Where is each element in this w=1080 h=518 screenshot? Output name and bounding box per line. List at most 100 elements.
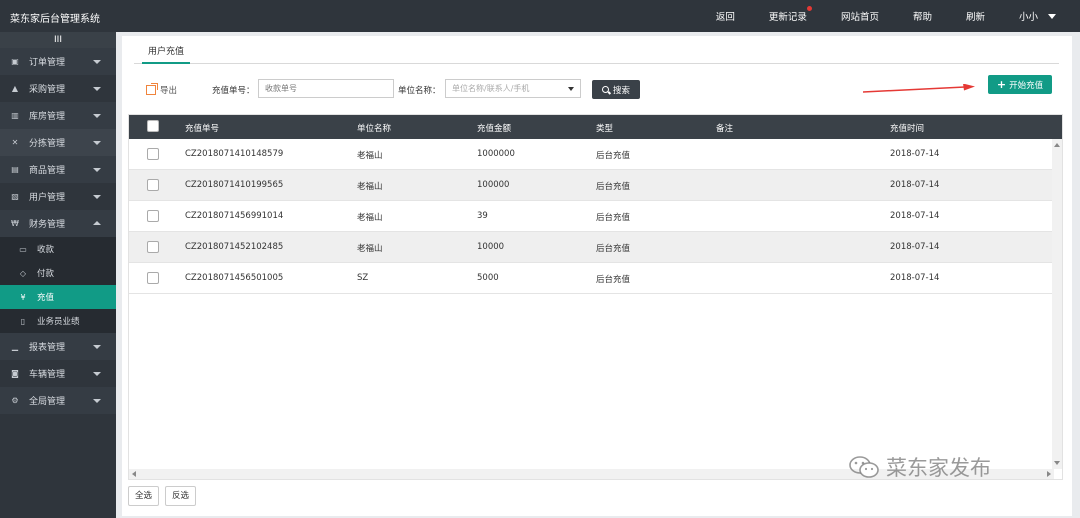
recharge-no-input[interactable] <box>258 79 394 98</box>
sidebar-item-purchase[interactable]: ▲ 采购管理 <box>0 75 116 102</box>
user-name: 小小 <box>1018 12 1038 23</box>
sidebar-item-label: 订单管理 <box>29 58 66 68</box>
order-icon: ▣ <box>11 57 19 66</box>
scroll-down-icon[interactable] <box>1054 461 1060 465</box>
nav-update-log[interactable]: 更新记录 <box>768 6 812 23</box>
goods-icon: ▤ <box>11 165 19 174</box>
cell-time: 2018-07-14 <box>890 149 940 159</box>
cell-amount: 39 <box>477 211 488 221</box>
scroll-right-icon[interactable] <box>1047 471 1051 477</box>
scroll-left-icon[interactable] <box>132 471 136 477</box>
row-checkbox[interactable] <box>147 272 159 284</box>
sidebar-item-receive[interactable]: ▭ 收款 <box>0 237 116 261</box>
sidebar-item-pay[interactable]: ◇ 付款 <box>0 261 116 285</box>
chevron-down-icon <box>93 345 101 349</box>
sidebar-item-label: 车辆管理 <box>29 370 66 380</box>
report-doc-icon: ▯ <box>20 316 26 326</box>
chevron-down-icon <box>93 87 101 91</box>
select-all-checkbox[interactable] <box>147 120 159 132</box>
cell-amount: 5000 <box>477 273 499 283</box>
col-note: 备注 <box>716 124 734 134</box>
scroll-up-icon[interactable] <box>1054 143 1060 147</box>
cell-recharge-no: CZ2018071410199565 <box>185 180 284 190</box>
cell-time: 2018-07-14 <box>890 211 940 221</box>
sidebar-item-sales-performance[interactable]: ▯ 业务员业绩 <box>0 309 116 333</box>
plus-icon: + <box>996 77 1007 91</box>
table-row[interactable]: CZ2018071456501005 SZ 5000 后台充值 2018-07-… <box>129 263 1054 294</box>
search-button[interactable]: 搜索 <box>592 80 640 99</box>
user-icon: ▧ <box>11 192 19 201</box>
vertical-scrollbar[interactable] <box>1052 139 1062 469</box>
nav-back[interactable]: 返回 <box>716 9 735 23</box>
nav-update-log-label: 更新记录 <box>768 12 807 23</box>
sidebar-item-label: 商品管理 <box>29 166 66 176</box>
chevron-up-icon <box>93 221 101 225</box>
recharge-no-label: 充值单号： <box>212 86 255 96</box>
cell-time: 2018-07-14 <box>890 273 940 283</box>
select-all-button[interactable]: 全选 <box>128 486 160 506</box>
chevron-down-icon <box>93 168 101 172</box>
sidebar-item-global[interactable]: ⚙ 全局管理 <box>0 387 116 414</box>
start-recharge-button[interactable]: + 开始充值 <box>988 75 1052 94</box>
yen-icon: ¥ <box>20 292 26 302</box>
row-checkbox[interactable] <box>147 179 159 191</box>
wechat-icon <box>849 456 879 478</box>
sidebar-item-label: 业务员业绩 <box>37 317 80 327</box>
export-button[interactable]: 导出 <box>146 83 178 96</box>
sidebar-item-warehouse[interactable]: ▥ 库房管理 <box>0 102 116 129</box>
cell-amount: 1000000 <box>477 149 515 159</box>
row-checkbox[interactable] <box>147 241 159 253</box>
row-checkbox[interactable] <box>147 148 159 160</box>
sidebar-item-label: 采购管理 <box>29 85 66 95</box>
search-icon <box>601 86 609 93</box>
finance-icon: ₩ <box>11 219 19 228</box>
table-row[interactable]: CZ2018071456991014 老福山 39 后台充值 2018-07-1… <box>129 201 1054 232</box>
nav-refresh[interactable]: 刷新 <box>966 9 985 23</box>
table-row[interactable]: CZ2018071452102485 老福山 10000 后台充值 2018-0… <box>129 232 1054 263</box>
nav-help[interactable]: 帮助 <box>913 9 932 23</box>
cell-recharge-no: CZ2018071456501005 <box>185 273 284 283</box>
notification-dot <box>806 6 812 11</box>
sidebar-item-label: 收款 <box>37 245 55 255</box>
cell-unit-name: 老福山 <box>357 151 383 161</box>
row-checkbox[interactable] <box>147 210 159 222</box>
sidebar-item-orders[interactable]: ▣ 订单管理 <box>0 48 116 75</box>
watermark-text: 菜东家发布 <box>886 456 991 480</box>
cell-type: 后台充值 <box>596 244 631 254</box>
col-recharge-no: 充值单号 <box>185 124 220 134</box>
sidebar-item-users[interactable]: ▧ 用户管理 <box>0 183 116 210</box>
unit-name-label: 单位名称： <box>398 86 441 96</box>
cell-unit-name: 老福山 <box>357 182 383 192</box>
chevron-down-icon <box>93 114 101 118</box>
chevron-down-icon <box>93 399 101 403</box>
sidebar-item-reports[interactable]: ▁ 报表管理 <box>0 333 116 360</box>
chevron-down-icon <box>93 141 101 145</box>
sidebar-item-finance[interactable]: ₩ 财务管理 <box>0 210 116 237</box>
cell-recharge-no: CZ2018071456991014 <box>185 211 284 221</box>
table-row[interactable]: CZ2018071410199565 老福山 100000 后台充值 2018-… <box>129 170 1054 201</box>
top-nav: 返回 更新记录 网站首页 帮助 刷新 小小 <box>716 0 1080 32</box>
table-row[interactable]: CZ2018071410148579 老福山 1000000 后台充值 2018… <box>129 139 1054 170</box>
sidebar-item-recharge[interactable]: ¥ 充值 <box>0 285 116 309</box>
settings-icon: ⚙ <box>11 396 19 405</box>
tab-user-recharge[interactable]: 用户充值 <box>142 44 191 64</box>
user-menu[interactable]: 小小 <box>1019 9 1056 23</box>
sidebar-item-label: 报表管理 <box>29 343 66 353</box>
unit-name-select[interactable]: 单位名称/联系人/手机 <box>445 79 581 98</box>
cell-unit-name: 老福山 <box>357 213 383 223</box>
export-label: 导出 <box>160 86 178 96</box>
col-amount: 充值金额 <box>477 124 512 134</box>
red-arrow-annotation <box>863 84 975 93</box>
start-recharge-label: 开始充值 <box>1009 80 1044 91</box>
sidebar-toggle[interactable]: III <box>0 32 116 48</box>
sidebar-item-vehicles[interactable]: ◙ 车辆管理 <box>0 360 116 387</box>
cell-time: 2018-07-14 <box>890 180 940 190</box>
nav-home[interactable]: 网站首页 <box>841 9 879 23</box>
chart-icon: ▁ <box>11 342 19 351</box>
sidebar-item-label: 财务管理 <box>29 220 66 230</box>
cell-time: 2018-07-14 <box>890 242 940 252</box>
invert-selection-button[interactable]: 反选 <box>165 486 197 506</box>
sidebar-item-goods[interactable]: ▤ 商品管理 <box>0 156 116 183</box>
sidebar-item-label: 付款 <box>37 269 55 279</box>
sidebar-item-sorting[interactable]: ✕ 分拣管理 <box>0 129 116 156</box>
